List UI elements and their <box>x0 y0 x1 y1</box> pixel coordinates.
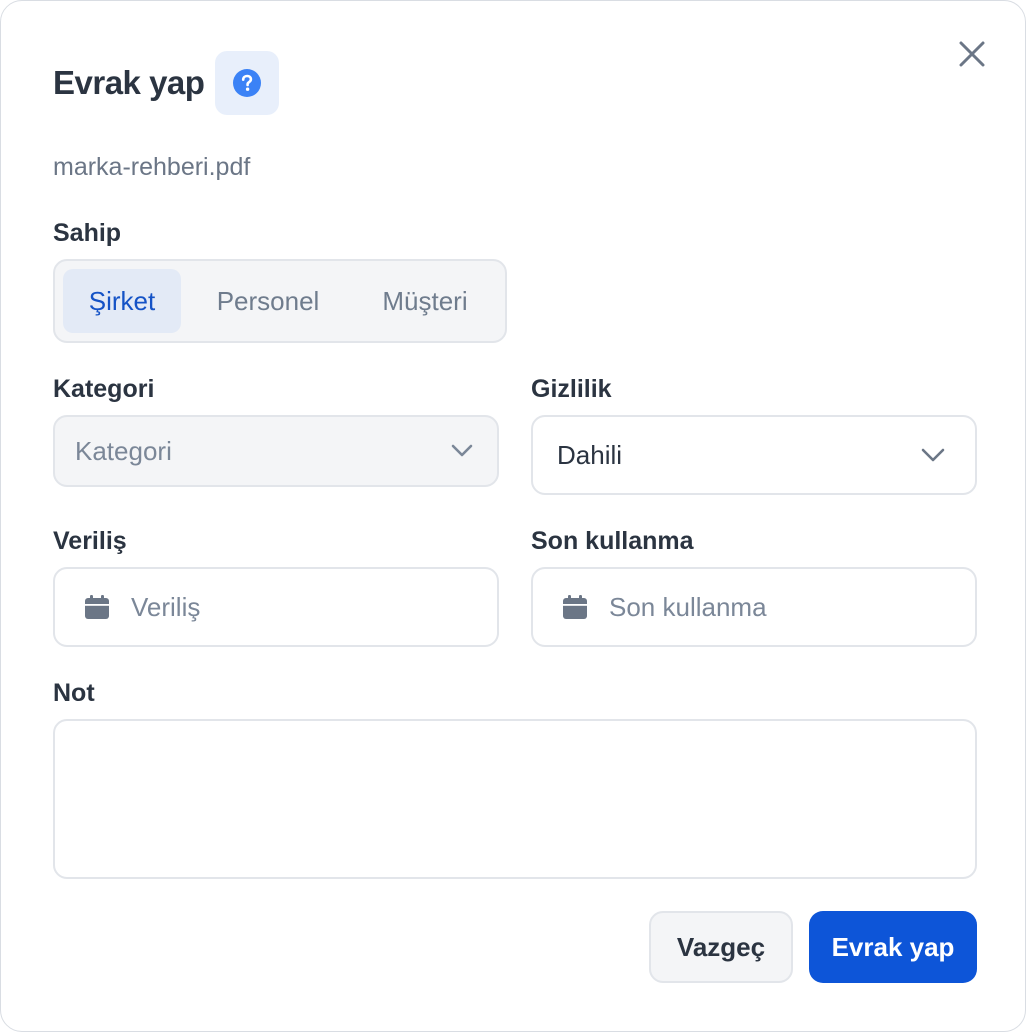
note-textarea[interactable] <box>53 719 977 879</box>
privacy-label: Gizlilik <box>531 375 612 403</box>
issue-date-label: Veriliş <box>53 527 127 555</box>
calendar-icon <box>85 595 109 619</box>
category-select[interactable]: Kategori <box>53 415 499 487</box>
close-icon <box>959 41 985 67</box>
file-name: marka-rehberi.pdf <box>53 153 251 181</box>
chevron-down-icon <box>451 444 473 457</box>
owner-label: Sahip <box>53 219 122 247</box>
category-placeholder: Kategori <box>75 435 172 466</box>
expiry-date-placeholder: Son kullanma <box>609 591 767 622</box>
category-label: Kategori <box>53 375 155 403</box>
dialog-title: Evrak yap <box>53 64 205 101</box>
close-button[interactable] <box>951 33 993 75</box>
owner-option-musteri[interactable]: Müşteri <box>353 269 497 333</box>
cancel-button[interactable]: Vazgeç <box>649 911 793 983</box>
help-button[interactable] <box>215 51 279 115</box>
privacy-value: Dahili <box>557 439 623 470</box>
note-label: Not <box>53 679 95 707</box>
expiry-date-label: Son kullanma <box>531 527 694 555</box>
owner-option-personel[interactable]: Personel <box>189 269 347 333</box>
owner-segmented-control: Şirket Personel Müşteri <box>53 259 507 343</box>
privacy-select[interactable]: Dahili <box>531 415 977 495</box>
expiry-date-input[interactable]: Son kullanma <box>531 567 977 647</box>
question-circle-icon <box>233 69 261 97</box>
chevron-down-icon <box>921 448 945 462</box>
issue-date-placeholder: Veriliş <box>131 591 201 622</box>
owner-option-sirket[interactable]: Şirket <box>63 269 181 333</box>
calendar-icon <box>563 595 587 619</box>
evrak-dialog: Evrak yap marka-rehberi.pdf Sahip Şirket… <box>0 0 1026 1032</box>
issue-date-input[interactable]: Veriliş <box>53 567 499 647</box>
submit-button[interactable]: Evrak yap <box>809 911 977 983</box>
